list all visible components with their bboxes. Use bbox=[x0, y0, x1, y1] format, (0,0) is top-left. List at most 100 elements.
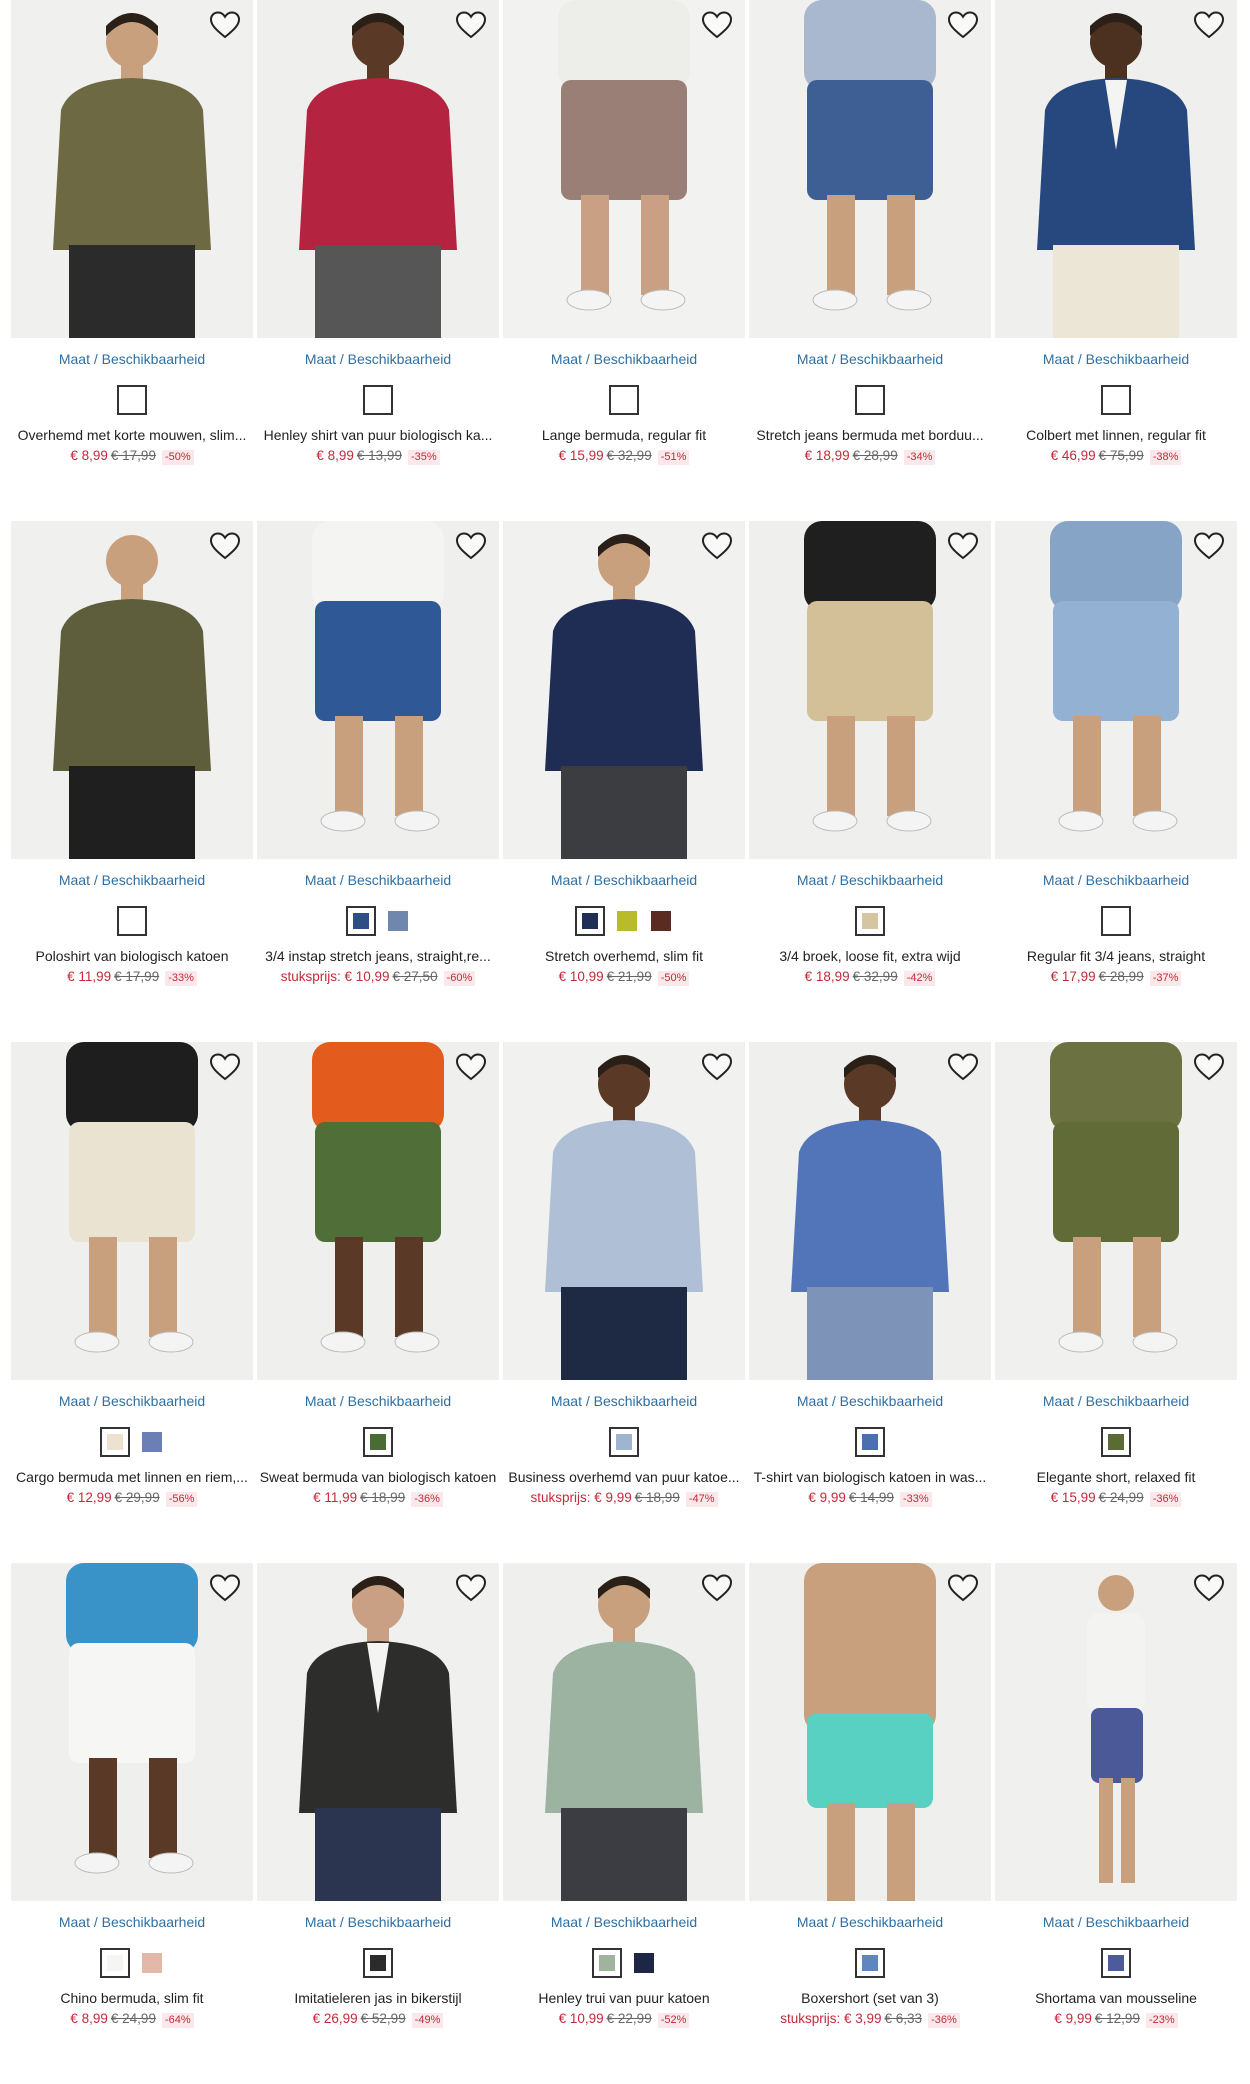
product-title[interactable]: Stretch overhemd, slim fit bbox=[503, 947, 745, 965]
product-card-9[interactable]: Maat / Beschikbaarheid 3/4 broek, loose … bbox=[749, 521, 991, 1042]
size-availability-link[interactable]: Maat / Beschikbaarheid bbox=[257, 1913, 499, 1931]
product-title[interactable]: Henley shirt van puur biologisch ka... bbox=[257, 426, 499, 444]
heart-icon[interactable] bbox=[947, 1052, 979, 1082]
product-image[interactable] bbox=[749, 1042, 991, 1380]
product-card-10[interactable]: Maat / Beschikbaarheid Regular fit 3/4 j… bbox=[995, 521, 1237, 1042]
product-image[interactable] bbox=[995, 1563, 1237, 1901]
size-availability-link[interactable]: Maat / Beschikbaarheid bbox=[257, 871, 499, 889]
product-image[interactable] bbox=[257, 521, 499, 859]
size-availability-link[interactable]: Maat / Beschikbaarheid bbox=[503, 871, 745, 889]
heart-icon[interactable] bbox=[1193, 1573, 1225, 1603]
product-image[interactable] bbox=[995, 1042, 1237, 1380]
color-swatch[interactable] bbox=[363, 385, 393, 415]
product-image[interactable] bbox=[503, 1563, 745, 1901]
product-image[interactable] bbox=[257, 1042, 499, 1380]
color-swatch[interactable] bbox=[1101, 906, 1131, 936]
size-availability-link[interactable]: Maat / Beschikbaarheid bbox=[749, 1913, 991, 1931]
color-swatch[interactable] bbox=[592, 1948, 622, 1978]
product-card-16[interactable]: Maat / Beschikbaarheid Chino bermuda, sl… bbox=[11, 1563, 253, 2084]
heart-icon[interactable] bbox=[1193, 1052, 1225, 1082]
product-card-1[interactable]: Maat / Beschikbaarheid Overhemd met kort… bbox=[11, 0, 253, 521]
product-card-13[interactable]: Maat / Beschikbaarheid Business overhemd… bbox=[503, 1042, 745, 1563]
product-image[interactable] bbox=[11, 0, 253, 338]
product-title[interactable]: Imitatieleren jas in bikerstijl bbox=[257, 1989, 499, 2007]
heart-icon[interactable] bbox=[209, 1573, 241, 1603]
product-card-19[interactable]: Maat / Beschikbaarheid Boxershort (set v… bbox=[749, 1563, 991, 2084]
color-swatch[interactable] bbox=[632, 1951, 656, 1975]
size-availability-link[interactable]: Maat / Beschikbaarheid bbox=[257, 350, 499, 368]
heart-icon[interactable] bbox=[455, 10, 487, 40]
color-swatch[interactable] bbox=[649, 909, 673, 933]
product-card-18[interactable]: Maat / Beschikbaarheid Henley trui van p… bbox=[503, 1563, 745, 2084]
size-availability-link[interactable]: Maat / Beschikbaarheid bbox=[11, 871, 253, 889]
color-swatch[interactable] bbox=[575, 906, 605, 936]
product-title[interactable]: Boxershort (set van 3) bbox=[749, 1989, 991, 2007]
size-availability-link[interactable]: Maat / Beschikbaarheid bbox=[995, 350, 1237, 368]
size-availability-link[interactable]: Maat / Beschikbaarheid bbox=[749, 350, 991, 368]
product-image[interactable] bbox=[749, 0, 991, 338]
color-swatch[interactable] bbox=[363, 1948, 393, 1978]
product-card-14[interactable]: Maat / Beschikbaarheid T-shirt van biolo… bbox=[749, 1042, 991, 1563]
product-title[interactable]: Lange bermuda, regular fit bbox=[503, 426, 745, 444]
size-availability-link[interactable]: Maat / Beschikbaarheid bbox=[749, 871, 991, 889]
heart-icon[interactable] bbox=[701, 10, 733, 40]
size-availability-link[interactable]: Maat / Beschikbaarheid bbox=[503, 350, 745, 368]
heart-icon[interactable] bbox=[1193, 10, 1225, 40]
size-availability-link[interactable]: Maat / Beschikbaarheid bbox=[11, 350, 253, 368]
color-swatch[interactable] bbox=[1101, 1948, 1131, 1978]
product-image[interactable] bbox=[749, 521, 991, 859]
product-title[interactable]: Stretch jeans bermuda met borduu... bbox=[749, 426, 991, 444]
product-image[interactable] bbox=[503, 521, 745, 859]
product-card-5[interactable]: Maat / Beschikbaarheid Colbert met linne… bbox=[995, 0, 1237, 521]
size-availability-link[interactable]: Maat / Beschikbaarheid bbox=[257, 1392, 499, 1410]
color-swatch[interactable] bbox=[1101, 1427, 1131, 1457]
color-swatch[interactable] bbox=[855, 385, 885, 415]
product-card-12[interactable]: Maat / Beschikbaarheid Sweat bermuda van… bbox=[257, 1042, 499, 1563]
color-swatch[interactable] bbox=[363, 1427, 393, 1457]
product-card-7[interactable]: Maat / Beschikbaarheid 3/4 instap stretc… bbox=[257, 521, 499, 1042]
product-title[interactable]: Shortama van mousseline bbox=[995, 1989, 1237, 2007]
product-title[interactable]: Business overhemd van puur katoe... bbox=[503, 1468, 745, 1486]
product-card-8[interactable]: Maat / Beschikbaarheid Stretch overhemd,… bbox=[503, 521, 745, 1042]
heart-icon[interactable] bbox=[455, 531, 487, 561]
product-title[interactable]: 3/4 instap stretch jeans, straight,re... bbox=[257, 947, 499, 965]
color-swatch[interactable] bbox=[117, 385, 147, 415]
heart-icon[interactable] bbox=[209, 1052, 241, 1082]
product-title[interactable]: Regular fit 3/4 jeans, straight bbox=[995, 947, 1237, 965]
heart-icon[interactable] bbox=[947, 1573, 979, 1603]
color-swatch[interactable] bbox=[855, 906, 885, 936]
product-image[interactable] bbox=[257, 0, 499, 338]
size-availability-link[interactable]: Maat / Beschikbaarheid bbox=[749, 1392, 991, 1410]
product-card-2[interactable]: Maat / Beschikbaarheid Henley shirt van … bbox=[257, 0, 499, 521]
product-title[interactable]: Cargo bermuda met linnen en riem,... bbox=[11, 1468, 253, 1486]
heart-icon[interactable] bbox=[209, 10, 241, 40]
heart-icon[interactable] bbox=[947, 531, 979, 561]
heart-icon[interactable] bbox=[455, 1052, 487, 1082]
size-availability-link[interactable]: Maat / Beschikbaarheid bbox=[995, 871, 1237, 889]
color-swatch[interactable] bbox=[117, 906, 147, 936]
heart-icon[interactable] bbox=[701, 1052, 733, 1082]
product-title[interactable]: Sweat bermuda van biologisch katoen bbox=[257, 1468, 499, 1486]
product-image[interactable] bbox=[995, 0, 1237, 338]
product-title[interactable]: Henley trui van puur katoen bbox=[503, 1989, 745, 2007]
heart-icon[interactable] bbox=[947, 10, 979, 40]
product-title[interactable]: T-shirt van biologisch katoen in was... bbox=[749, 1468, 991, 1486]
product-card-11[interactable]: Maat / Beschikbaarheid Cargo bermuda met… bbox=[11, 1042, 253, 1563]
color-swatch[interactable] bbox=[855, 1427, 885, 1457]
product-image[interactable] bbox=[749, 1563, 991, 1901]
product-card-15[interactable]: Maat / Beschikbaarheid Elegante short, r… bbox=[995, 1042, 1237, 1563]
color-swatch[interactable] bbox=[100, 1948, 130, 1978]
color-swatch[interactable] bbox=[386, 909, 410, 933]
product-image[interactable] bbox=[503, 1042, 745, 1380]
size-availability-link[interactable]: Maat / Beschikbaarheid bbox=[11, 1913, 253, 1931]
product-image[interactable] bbox=[11, 1042, 253, 1380]
product-image[interactable] bbox=[11, 1563, 253, 1901]
product-card-17[interactable]: Maat / Beschikbaarheid Imitatieleren jas… bbox=[257, 1563, 499, 2084]
product-title[interactable]: Poloshirt van biologisch katoen bbox=[11, 947, 253, 965]
color-swatch[interactable] bbox=[609, 385, 639, 415]
color-swatch[interactable] bbox=[855, 1948, 885, 1978]
product-card-3[interactable]: Maat / Beschikbaarheid Lange bermuda, re… bbox=[503, 0, 745, 521]
color-swatch[interactable] bbox=[615, 909, 639, 933]
product-card-20[interactable]: Maat / Beschikbaarheid Shortama van mous… bbox=[995, 1563, 1237, 2084]
color-swatch[interactable] bbox=[100, 1427, 130, 1457]
